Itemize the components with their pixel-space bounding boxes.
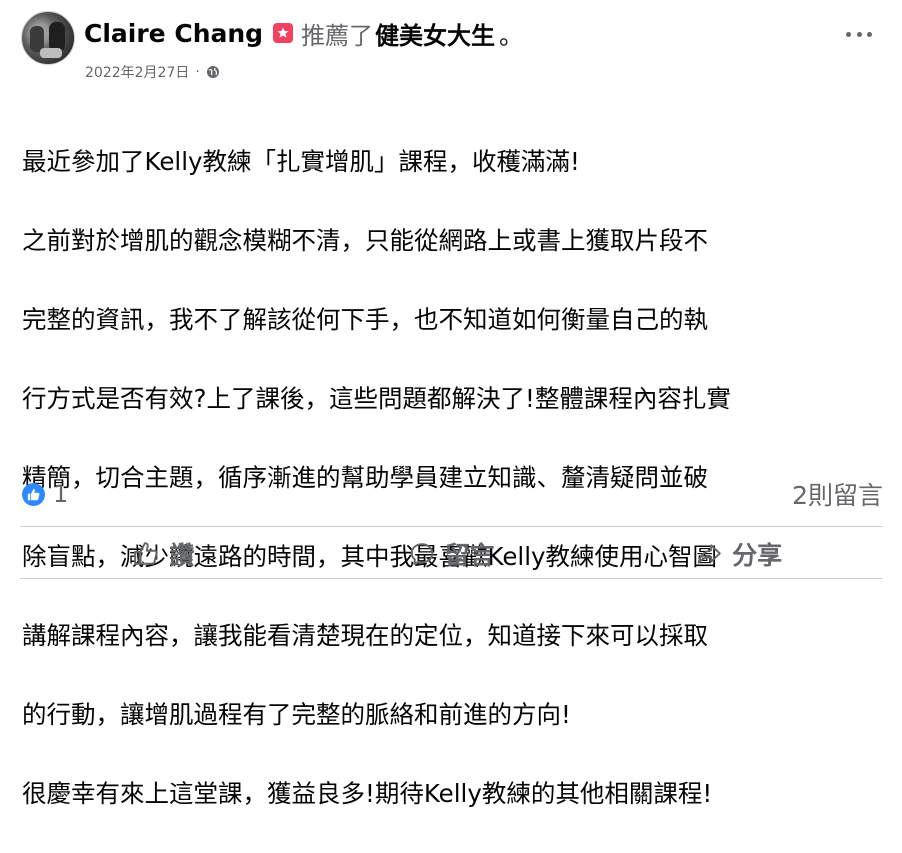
- divider: [20, 526, 883, 527]
- author-avatar[interactable]: [21, 11, 75, 65]
- header-period: 。: [499, 21, 524, 50]
- like-button[interactable]: 讚: [20, 530, 308, 578]
- share-arrow-icon: [697, 544, 721, 564]
- like-reaction-icon: [22, 482, 45, 506]
- body-line: 很慶幸有來上這堂課，獲益良多!期待Kelly教練的其他相關課程!: [22, 778, 713, 808]
- meta-separator: ·: [195, 64, 200, 80]
- body-line: 精簡，切合主題，循序漸進的幫助學員建立知識、釐清疑問並破: [22, 462, 708, 492]
- post-meta: 2022年2月27日 ·: [85, 62, 220, 82]
- globe-icon[interactable]: [206, 65, 220, 79]
- post-body: 最近參加了Kelly教練「扎實增肌」課程，收穫滿滿! 之前對於增肌的觀念模糊不清…: [22, 102, 892, 853]
- comment-button[interactable]: 留言: [308, 530, 596, 578]
- body-line: 的行動，讓增肌過程有了完整的脈絡和前進的方向!: [22, 699, 571, 729]
- author-name[interactable]: Claire Chang: [84, 19, 263, 48]
- comments-count-link[interactable]: 2則留言: [792, 476, 883, 512]
- divider: [20, 578, 883, 579]
- body-line: 講解課程內容，讓我能看清楚現在的定位，知道接下來可以採取: [22, 620, 708, 650]
- body-line: 之前對於增肌的觀念模糊不清，只能從網路上或書上獲取片段不: [22, 225, 708, 255]
- body-line: 完整的資訊，我不了解該從何下手，也不知道如何衡量自己的執: [22, 304, 708, 334]
- thumbs-up-icon: [134, 542, 158, 565]
- body-line: 行方式是否有效?上了課後，這些問題都解決了!整體課程內容扎實: [22, 383, 731, 413]
- recommend-icon: [273, 23, 294, 43]
- post-date[interactable]: 2022年2月27日: [85, 62, 189, 82]
- comment-label: 留言: [444, 541, 495, 570]
- share-button[interactable]: 分享: [595, 530, 883, 578]
- page-name-link[interactable]: 健美女大生: [375, 16, 495, 51]
- post-actions-bar: 讚 留言 分享: [20, 530, 883, 578]
- post-header: Claire Chang 推薦了 健美女大生 。: [84, 16, 523, 50]
- reactions-summary[interactable]: 1: [22, 480, 68, 508]
- like-label: 讚: [169, 541, 195, 570]
- recommend-action-text: 推薦了: [301, 21, 374, 50]
- more-options-icon[interactable]: [846, 24, 872, 44]
- reaction-count: 1: [53, 480, 69, 508]
- comment-bubble-icon: [410, 543, 433, 565]
- share-label: 分享: [732, 541, 783, 570]
- body-line: 最近參加了Kelly教練「扎實增肌」課程，收穫滿滿!: [22, 146, 580, 176]
